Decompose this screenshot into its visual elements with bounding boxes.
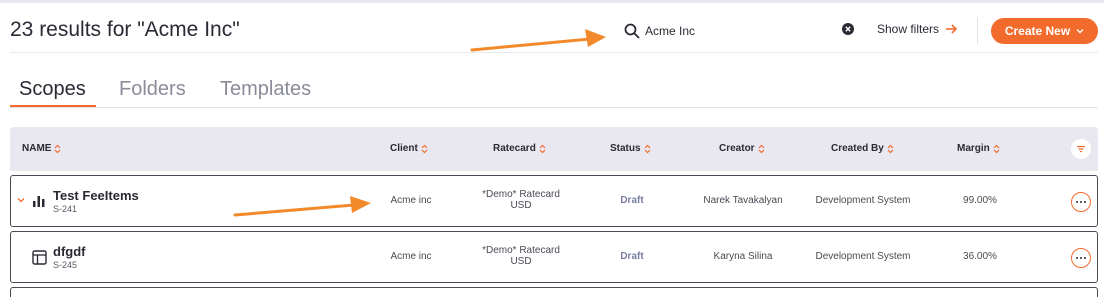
create-new-button[interactable]: Create New — [991, 18, 1098, 44]
sort-icon — [887, 144, 894, 153]
bar-chart-icon — [33, 196, 45, 207]
sort-icon — [55, 144, 61, 153]
column-header-client[interactable]: Client — [390, 143, 428, 154]
column-header-status[interactable]: Status — [610, 143, 651, 154]
filter-icon — [1077, 145, 1085, 153]
show-filters-label: Show filters — [877, 22, 940, 36]
sort-icon — [993, 144, 1000, 153]
creator-cell: Narek Tavakalyan — [703, 195, 783, 206]
page-header: 23 results for "Acme Inc" Show filters C… — [0, 3, 1104, 53]
creator-cell: Karyna Silina — [713, 251, 773, 262]
row-actions-button[interactable] — [1071, 192, 1091, 212]
client-cell: Acme inc — [390, 251, 432, 262]
ratecard-cell: *Demo* Ratecard USD — [482, 245, 560, 267]
client-cell: Acme inc — [390, 195, 432, 206]
scope-name[interactable]: dfgdf — [53, 244, 85, 259]
tab-scopes[interactable]: Scopes — [19, 78, 86, 101]
arrow-right-icon — [946, 24, 958, 34]
table-row[interactable]: dfgdf S-245 Acme inc *Demo* Ratecard USD… — [10, 231, 1098, 283]
column-filter-button[interactable] — [1071, 139, 1091, 159]
column-header-ratecard[interactable]: Ratecard — [493, 143, 546, 154]
status-badge: Draft — [620, 251, 644, 262]
sort-icon — [644, 144, 650, 153]
ratecard-cell: *Demo* Ratecard USD — [482, 189, 560, 211]
scope-code: S-245 — [53, 260, 78, 270]
expand-chevron-icon[interactable] — [17, 197, 25, 203]
column-header-name[interactable]: NAME — [22, 143, 61, 154]
show-filters-button[interactable]: Show filters — [877, 22, 958, 36]
scope-code: S-241 — [53, 204, 78, 214]
created-by-cell: Development System — [815, 195, 911, 206]
column-header-margin[interactable]: Margin — [957, 143, 1000, 154]
margin-cell: 99.00% — [963, 195, 997, 206]
table-row[interactable] — [10, 287, 1098, 297]
table-row[interactable]: Test FeeItems S-241 Acme inc *Demo* Rate… — [10, 175, 1098, 227]
tab-templates[interactable]: Templates — [220, 78, 311, 101]
results-title: 23 results for "Acme Inc" — [10, 18, 240, 41]
clear-search-icon[interactable] — [842, 23, 854, 35]
sort-icon — [758, 144, 765, 153]
status-badge: Draft — [620, 195, 644, 206]
scope-name[interactable]: Test FeeItems — [53, 188, 139, 203]
column-header-creator[interactable]: Creator — [719, 143, 765, 154]
search-icon — [624, 23, 640, 39]
table-header: NAME Client Ratecard Status Creator Crea… — [10, 127, 1098, 171]
chevron-down-icon — [1076, 29, 1084, 34]
created-by-cell: Development System — [815, 251, 911, 262]
sort-icon — [421, 144, 428, 153]
table-icon — [32, 250, 47, 265]
tab-bar: Scopes Folders Templates — [10, 74, 1098, 108]
header-divider — [977, 17, 978, 44]
column-header-created-by[interactable]: Created By — [831, 143, 894, 154]
margin-cell: 36.00% — [963, 251, 997, 262]
search-input[interactable] — [645, 22, 825, 40]
header-divider-line — [10, 52, 1098, 53]
row-actions-button[interactable] — [1071, 248, 1091, 268]
create-new-label: Create New — [1004, 24, 1071, 38]
sort-icon — [539, 144, 546, 153]
active-tab-indicator — [10, 105, 96, 107]
tab-folders[interactable]: Folders — [119, 78, 186, 101]
